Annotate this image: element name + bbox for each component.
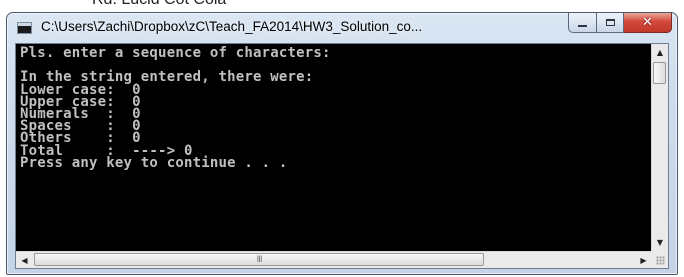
console-output[interactable]: Pls. enter a sequence of characters: In … — [16, 44, 652, 251]
horizontal-scroll-thumb[interactable]: III — [34, 253, 484, 266]
console-window: C:\Users\Zachi\Dropbox\zC\Teach_FA2014\H… — [6, 12, 678, 275]
background-partial-text: Rd. Lucid Cot Cola — [92, 0, 226, 9]
resize-grip-icon — [656, 256, 665, 265]
console-app-icon[interactable] — [17, 22, 32, 34]
thumb-grip-icon: III — [256, 254, 263, 265]
window-title: C:\Users\Zachi\Dropbox\zC\Teach_FA2014\H… — [41, 19, 423, 34]
close-icon: ✕ — [642, 15, 653, 30]
console-text: Pls. enter a sequence of characters: In … — [20, 45, 331, 171]
scroll-left-arrow-icon[interactable]: ◀ — [16, 252, 33, 268]
size-grip[interactable] — [651, 251, 668, 268]
maximize-icon — [605, 19, 615, 26]
scroll-up-arrow-icon[interactable]: ▲ — [652, 44, 668, 61]
title-bar[interactable]: C:\Users\Zachi\Dropbox\zC\Teach_FA2014\H… — [7, 13, 677, 43]
scroll-down-arrow-icon[interactable]: ▼ — [652, 234, 668, 251]
scroll-right-arrow-icon[interactable]: ▶ — [635, 252, 652, 268]
maximize-button[interactable] — [597, 13, 624, 33]
minimize-icon — [578, 24, 587, 27]
console-client-area: Pls. enter a sequence of characters: In … — [15, 43, 669, 269]
minimize-button[interactable] — [568, 13, 597, 33]
caption-buttons: ✕ — [568, 13, 672, 34]
horizontal-scrollbar[interactable]: ◀ III ▶ — [16, 251, 652, 268]
console-line: Pls. enter a sequence of characters: — [20, 45, 331, 61]
vertical-scrollbar[interactable]: ▲ ▼ — [651, 44, 668, 251]
close-button[interactable]: ✕ — [624, 13, 672, 33]
vertical-scroll-thumb[interactable] — [653, 62, 666, 84]
console-line: Press any key to continue . . . — [20, 154, 288, 171]
